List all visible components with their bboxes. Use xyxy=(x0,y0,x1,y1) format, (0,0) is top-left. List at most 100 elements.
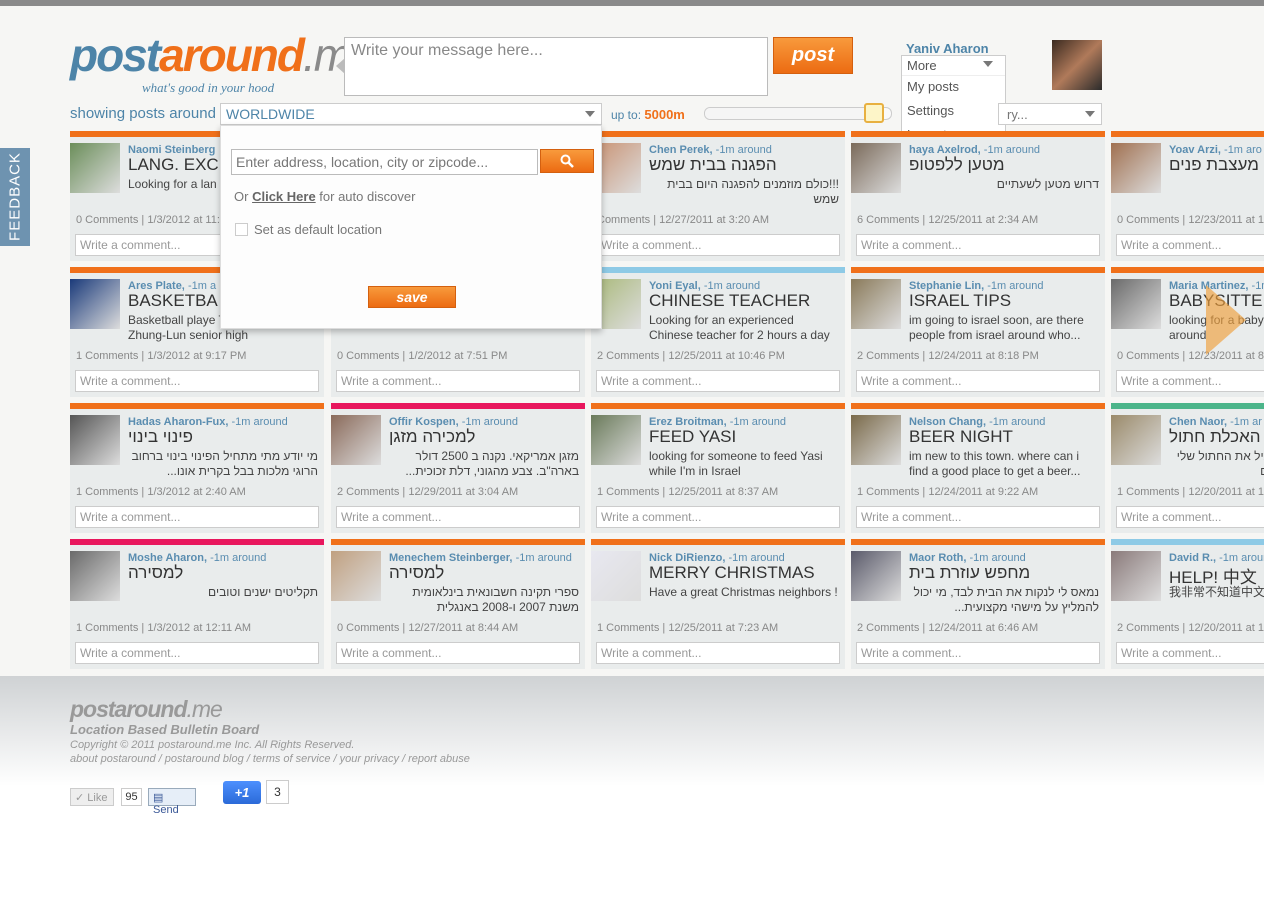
post-author-avatar[interactable] xyxy=(70,279,120,329)
save-button[interactable]: save xyxy=(368,286,456,308)
post-title[interactable]: למסירה xyxy=(389,563,585,583)
comment-input[interactable]: Write a comment... xyxy=(75,370,319,392)
post-meta[interactable]: 1 Comments | 1/3/2012 at 2:40 AM xyxy=(76,486,246,498)
feedback-tab[interactable]: FEEDBACK xyxy=(0,148,30,246)
post-title[interactable]: ISRAEL TIPS xyxy=(909,291,1105,311)
menu-item-my-posts[interactable]: My posts xyxy=(902,76,1005,100)
post-meta[interactable]: 0 Comments | 12/23/2011 at 10 xyxy=(1117,214,1264,226)
post-author-avatar[interactable] xyxy=(331,551,381,601)
post-card[interactable]: Moshe Aharon, -1m around למסירה תקליטים יש… xyxy=(70,539,324,669)
location-select[interactable]: WORLDWIDE xyxy=(220,103,602,125)
user-name[interactable]: Yaniv Aharon xyxy=(906,41,989,56)
comment-input[interactable]: Write a comment... xyxy=(1116,370,1264,392)
default-location-checkbox[interactable] xyxy=(235,223,248,236)
comment-input[interactable]: Write a comment... xyxy=(336,506,580,528)
slider-handle[interactable] xyxy=(864,103,885,123)
message-input[interactable]: Write your message here... xyxy=(336,37,768,96)
post-title[interactable]: פינוי בינוי xyxy=(128,427,324,447)
post-author-avatar[interactable] xyxy=(851,551,901,601)
post-meta[interactable]: 2 Comments | 12/20/2011 at 12 xyxy=(1117,622,1264,634)
auto-discover-link[interactable]: Click Here xyxy=(252,189,316,204)
category-select[interactable]: ry... xyxy=(998,103,1102,125)
post-author-avatar[interactable] xyxy=(851,279,901,329)
post-author-avatar[interactable] xyxy=(851,143,901,193)
comment-input[interactable]: Write a comment... xyxy=(856,370,1100,392)
post-title[interactable]: BEER NIGHT xyxy=(909,427,1105,447)
post-title[interactable]: מעצבת פנים xyxy=(1169,155,1264,175)
post-title[interactable]: מטען ללפטופ xyxy=(909,155,1105,175)
post-meta[interactable]: 1 Comments | 12/20/2011 at 1 xyxy=(1117,486,1264,498)
post-title[interactable]: למסירה xyxy=(128,563,324,583)
post-card[interactable]: haya Axelrod, -1m around מטען ללפטופ דרוש … xyxy=(851,131,1105,261)
comment-input[interactable]: Write a comment... xyxy=(1116,506,1264,528)
post-card[interactable]: Yoav Arzi, -1m aroמעצבת פניםמעצבת פנים ט… xyxy=(1111,131,1264,261)
post-meta[interactable]: 1 Comments | 12/25/2011 at 8:37 AM xyxy=(597,486,778,498)
post-card[interactable]: Yoni Eyal, -1m around CHINESE TEACHER Look… xyxy=(591,267,845,397)
post-author-avatar[interactable] xyxy=(591,415,641,465)
more-dropdown[interactable]: More xyxy=(902,56,1005,76)
post-author-avatar[interactable] xyxy=(70,415,120,465)
post-meta[interactable]: 1 Comments | 1/3/2012 at 12:11 AM xyxy=(76,622,251,634)
plus-one-button[interactable]: +1 xyxy=(223,781,261,804)
post-meta[interactable]: 0 Comments | 12/27/2011 at 8:44 AM xyxy=(337,622,518,634)
search-button[interactable] xyxy=(540,149,594,173)
scroll-right-arrow-icon[interactable] xyxy=(1206,285,1246,355)
footer-logo[interactable]: postaround.me xyxy=(70,696,223,723)
comment-input[interactable]: Write a comment... xyxy=(856,506,1100,528)
site-logo[interactable]: postaround.me what's good in your hood xyxy=(70,30,376,100)
user-avatar[interactable] xyxy=(1052,40,1102,90)
post-title[interactable]: CHINESE TEACHER xyxy=(649,291,845,311)
post-button[interactable]: post xyxy=(773,37,853,74)
post-card[interactable]: Nick DiRienzo, -1m around MERRY CHRISTMAS… xyxy=(591,539,845,669)
post-author-avatar[interactable] xyxy=(591,551,641,601)
post-card[interactable]: Chen Naor, -1m arהאכלת חתולמחפש מישהו שי… xyxy=(1111,403,1264,533)
comment-input[interactable]: Write a comment... xyxy=(596,506,840,528)
comment-input[interactable]: Write a comment... xyxy=(596,234,840,256)
comment-input[interactable]: Write a comment... xyxy=(75,506,319,528)
post-title[interactable]: למכירה מזגן xyxy=(389,427,585,447)
post-card[interactable]: Offir Kospen, -1m around למכירה מזגן מזגן … xyxy=(331,403,585,533)
post-title[interactable]: MERRY CHRISTMAS xyxy=(649,563,845,583)
post-meta[interactable]: 0 Comments | 1/2/2012 at 7:51 PM xyxy=(337,350,507,362)
post-card[interactable]: David R., -1m arounHELP! 中文我非常不知道中文 不可以幫… xyxy=(1111,539,1264,669)
post-card[interactable]: Chen Perek, -1m around הפגנה בבית שמש !!!כ… xyxy=(591,131,845,261)
post-meta[interactable]: 2 Comments | 12/24/2011 at 8:18 PM xyxy=(857,350,1039,362)
post-author-avatar[interactable] xyxy=(331,415,381,465)
post-meta[interactable]: 2 Comments | 12/29/2011 at 3:04 AM xyxy=(337,486,518,498)
post-card[interactable]: Nelson Chang, -1m around BEER NIGHT im new… xyxy=(851,403,1105,533)
post-meta[interactable]: 2 Comments | 12/24/2011 at 6:46 AM xyxy=(857,622,1038,634)
post-card[interactable]: Maor Roth, -1m around מחפש עוזרת בית נמאס … xyxy=(851,539,1105,669)
comment-input[interactable]: Write a comment... xyxy=(856,234,1100,256)
send-button[interactable]: ▤ Send xyxy=(148,788,196,816)
address-input[interactable]: Enter address, location, city or zipcode… xyxy=(231,149,538,175)
post-author-avatar[interactable] xyxy=(1111,415,1161,465)
post-title[interactable]: FEED YASI xyxy=(649,427,845,447)
post-meta[interactable]: 6 Comments | 12/25/2011 at 2:34 AM xyxy=(857,214,1038,226)
post-meta[interactable]: Comments | 12/27/2011 at 3:20 AM xyxy=(597,214,769,226)
post-card[interactable]: Hadas Aharon-Fux, -1m around פינוי בינוי מ… xyxy=(70,403,324,533)
post-title[interactable]: האכלת חתול xyxy=(1169,427,1264,447)
post-author-avatar[interactable] xyxy=(70,551,120,601)
post-meta[interactable]: 1 Comments | 1/3/2012 at 9:17 PM xyxy=(76,350,246,362)
post-card[interactable]: Erez Broitman, -1m around FEED YASI lookin… xyxy=(591,403,845,533)
radius-slider[interactable] xyxy=(704,103,892,123)
comment-input[interactable]: Write a comment... xyxy=(1116,234,1264,256)
menu-item-settings[interactable]: Settings xyxy=(902,100,1005,124)
post-meta[interactable]: 1 Comments | 12/24/2011 at 9:22 AM xyxy=(857,486,1038,498)
post-meta[interactable]: 1 Comments | 12/25/2011 at 7:23 AM xyxy=(597,622,778,634)
post-card[interactable]: Stephanie Lin, -1m around ISRAEL TIPS im g… xyxy=(851,267,1105,397)
comment-input[interactable]: Write a comment... xyxy=(596,642,840,664)
comment-input[interactable]: Write a comment... xyxy=(336,642,580,664)
post-title[interactable]: הפגנה בבית שמש xyxy=(649,155,845,175)
post-author-avatar[interactable] xyxy=(1111,551,1161,601)
post-author-avatar[interactable] xyxy=(70,143,120,193)
post-meta[interactable]: 2 Comments | 12/25/2011 at 10:46 PM xyxy=(597,350,785,362)
comment-input[interactable]: Write a comment... xyxy=(336,370,580,392)
post-author-avatar[interactable] xyxy=(1111,279,1161,329)
footer-links[interactable]: about postaround / postaround blog / ter… xyxy=(70,753,470,765)
post-title[interactable]: מחפש עוזרת בית xyxy=(909,563,1105,583)
comment-input[interactable]: Write a comment... xyxy=(856,642,1100,664)
comment-input[interactable]: Write a comment... xyxy=(75,642,319,664)
post-author-avatar[interactable] xyxy=(851,415,901,465)
comment-input[interactable]: Write a comment... xyxy=(1116,642,1264,664)
